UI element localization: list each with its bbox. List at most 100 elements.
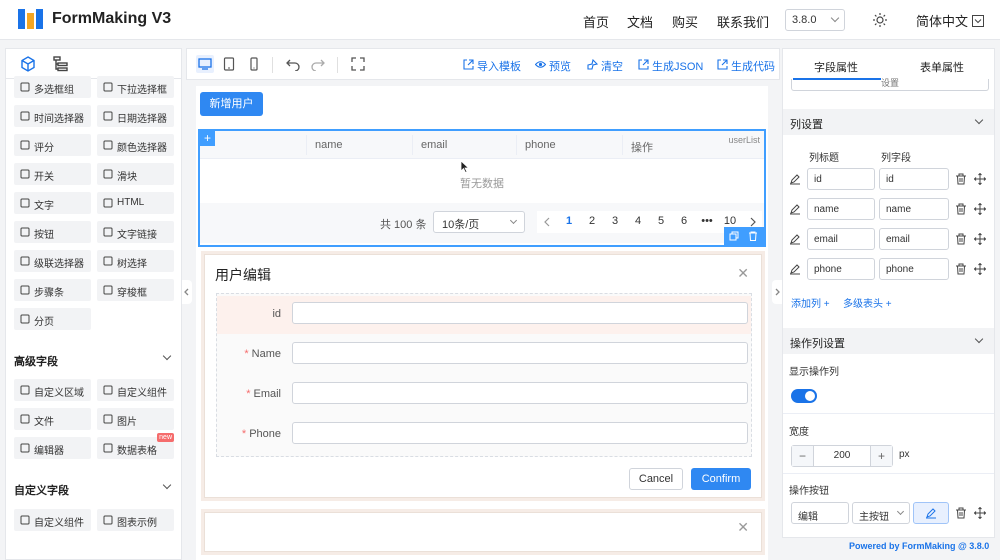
collapse-right-handle[interactable] bbox=[772, 280, 782, 304]
add-user-button[interactable]: 新增用户 bbox=[200, 92, 263, 116]
component-item[interactable]: 数据表格 new bbox=[97, 433, 174, 459]
phone-input[interactable] bbox=[292, 422, 748, 444]
move-icon[interactable] bbox=[974, 203, 986, 215]
component-item[interactable]: 开关 bbox=[14, 163, 91, 185]
page-5[interactable]: 5 bbox=[653, 215, 669, 227]
width-stepper[interactable]: − 200 + bbox=[791, 445, 893, 467]
trash-icon[interactable] bbox=[955, 507, 967, 519]
cancel-button[interactable]: Cancel bbox=[629, 468, 683, 490]
component-item[interactable]: 自定义组件 bbox=[97, 379, 174, 401]
pen-icon[interactable] bbox=[789, 233, 801, 245]
generate-code-button[interactable]: 生成代码 bbox=[717, 58, 775, 74]
move-icon[interactable] bbox=[974, 507, 986, 519]
advanced-fields-title[interactable]: 高级字段 bbox=[14, 353, 58, 369]
component-item[interactable]: 编辑器 bbox=[14, 437, 91, 459]
prev-page-icon[interactable] bbox=[543, 217, 551, 227]
undo-icon[interactable] bbox=[286, 57, 300, 71]
column-settings-section[interactable]: 列设置 bbox=[783, 109, 994, 135]
copy-icon[interactable] bbox=[729, 231, 739, 241]
action-button-name-input[interactable]: 编辑 bbox=[791, 502, 849, 524]
action-column-section[interactable]: 操作列设置 bbox=[783, 328, 994, 354]
page-4[interactable]: 4 bbox=[630, 215, 646, 227]
next-page-icon[interactable] bbox=[749, 217, 757, 227]
component-item[interactable]: 日期选择器 bbox=[97, 105, 174, 127]
collapse-left-handle[interactable] bbox=[182, 280, 192, 304]
nav-home[interactable]: 首页 bbox=[583, 12, 609, 31]
show-action-toggle[interactable] bbox=[791, 389, 817, 403]
id-input[interactable] bbox=[292, 302, 748, 324]
trash-icon[interactable] bbox=[955, 263, 967, 275]
close-icon[interactable]: ✕ bbox=[737, 519, 749, 536]
component-item[interactable]: 文字 bbox=[14, 192, 91, 214]
column-field-input[interactable]: id bbox=[879, 168, 949, 190]
component-item[interactable]: 文件 bbox=[14, 408, 91, 430]
page-3[interactable]: 3 bbox=[607, 215, 623, 227]
chevron-down-icon[interactable] bbox=[162, 480, 172, 490]
decrement-button[interactable]: − bbox=[792, 446, 814, 466]
chevron-down-icon[interactable] bbox=[162, 351, 172, 361]
pen-icon[interactable] bbox=[789, 203, 801, 215]
column-title-input[interactable]: email bbox=[807, 228, 875, 250]
tab-form-properties[interactable]: 表单属性 bbox=[889, 59, 994, 75]
add-column-link[interactable]: 添加列 + bbox=[791, 295, 830, 310]
trash-icon[interactable] bbox=[955, 233, 967, 245]
desktop-view-icon[interactable] bbox=[196, 55, 214, 73]
email-input[interactable] bbox=[292, 382, 748, 404]
generate-json-button[interactable]: 生成JSON bbox=[638, 58, 703, 74]
column-title-input[interactable]: name bbox=[807, 198, 875, 220]
action-edit-style-button[interactable] bbox=[913, 502, 949, 524]
tab-field-properties[interactable]: 字段属性 bbox=[783, 59, 889, 75]
pen-icon[interactable] bbox=[789, 263, 801, 275]
page-6[interactable]: 6 bbox=[676, 215, 692, 227]
theme-sun-icon[interactable] bbox=[873, 13, 887, 27]
component-item[interactable]: 按钮 bbox=[14, 221, 91, 243]
component-item[interactable]: 时间选择器 bbox=[14, 105, 91, 127]
custom-fields-title[interactable]: 自定义字段 bbox=[14, 482, 69, 498]
column-field-input[interactable]: name bbox=[879, 198, 949, 220]
confirm-button[interactable]: Confirm bbox=[691, 468, 751, 490]
column-field-input[interactable]: email bbox=[879, 228, 949, 250]
increment-button[interactable]: + bbox=[870, 446, 892, 466]
nav-buy[interactable]: 购买 bbox=[672, 12, 698, 31]
formmaking-logo[interactable] bbox=[18, 9, 44, 29]
redo-icon[interactable] bbox=[311, 57, 325, 71]
name-input[interactable] bbox=[292, 342, 748, 364]
nav-docs[interactable]: 文档 bbox=[627, 12, 653, 31]
nav-contact[interactable]: 联系我们 bbox=[717, 12, 769, 31]
page-size-select[interactable]: 10条/页 bbox=[433, 211, 525, 233]
page-more[interactable]: ••• bbox=[699, 215, 715, 227]
component-item[interactable]: 下拉选择框 bbox=[97, 76, 174, 98]
cube-icon[interactable] bbox=[20, 56, 36, 72]
component-item[interactable]: 图表示例 bbox=[97, 509, 174, 531]
column-title-input[interactable]: phone bbox=[807, 258, 875, 280]
trash-icon[interactable] bbox=[748, 231, 758, 241]
trash-icon[interactable] bbox=[955, 203, 967, 215]
component-item[interactable]: 颜色选择器 bbox=[97, 134, 174, 156]
move-icon[interactable] bbox=[974, 173, 986, 185]
clear-button[interactable]: 清空 bbox=[587, 58, 623, 74]
component-item[interactable]: 穿梭框 bbox=[97, 279, 174, 301]
move-icon[interactable] bbox=[974, 233, 986, 245]
component-item[interactable]: HTML bbox=[97, 192, 174, 214]
component-item[interactable]: 自定义区域 bbox=[14, 379, 91, 401]
action-button-type-select[interactable]: 主按钮 bbox=[852, 502, 910, 524]
component-item[interactable]: 树选择 bbox=[97, 250, 174, 272]
component-item[interactable]: 多选框组 bbox=[14, 76, 91, 98]
component-item[interactable]: 步骤条 bbox=[14, 279, 91, 301]
multi-header-link[interactable]: 多级表头 + bbox=[843, 295, 892, 310]
trash-icon[interactable] bbox=[955, 173, 967, 185]
page-1[interactable]: 1 bbox=[561, 215, 577, 227]
fullscreen-icon[interactable] bbox=[351, 57, 365, 71]
component-item[interactable]: 自定义组件 bbox=[14, 509, 91, 531]
component-item[interactable]: 图片 bbox=[97, 408, 174, 430]
data-table-widget[interactable]: name email phone 操作 + userList 暂无数据 共 10… bbox=[198, 129, 766, 247]
language-select[interactable]: 简体中文 bbox=[916, 11, 984, 30]
import-template-button[interactable]: 导入模板 bbox=[463, 58, 521, 74]
component-item[interactable]: 分页 bbox=[14, 308, 91, 330]
move-icon[interactable] bbox=[974, 263, 986, 275]
tablet-view-icon[interactable] bbox=[222, 57, 236, 71]
settings-input[interactable]: 设置 bbox=[791, 79, 989, 91]
component-item[interactable]: 级联选择器 bbox=[14, 250, 91, 272]
component-item[interactable]: 文字链接 bbox=[97, 221, 174, 243]
outline-tree-icon[interactable] bbox=[53, 56, 69, 72]
